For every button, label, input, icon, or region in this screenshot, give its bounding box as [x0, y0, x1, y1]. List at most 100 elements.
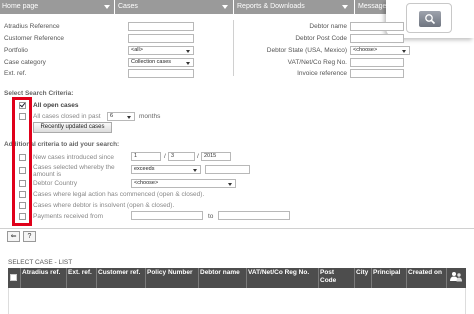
months-label: months: [139, 113, 161, 120]
chevron-down-icon: [402, 49, 406, 53]
nav-divider: [0, 228, 474, 229]
payments-label: Payments received from: [33, 213, 104, 220]
new-cases-year-input[interactable]: 2015: [201, 152, 231, 161]
all-open-cases-label: All open cases: [33, 102, 79, 109]
help-icon[interactable]: ?: [23, 231, 36, 242]
vat-reg-no-label: VAT/Net/Co Reg No.: [287, 59, 347, 66]
menu-home[interactable]: Home page: [0, 0, 114, 14]
ext-ref-label: Ext. ref.: [4, 70, 27, 77]
col-customer-ref[interactable]: Customer ref.: [98, 269, 143, 277]
col-post-code[interactable]: Post Code: [320, 269, 352, 285]
debtor-name-input[interactable]: [350, 22, 404, 31]
chevron-down-icon: [127, 115, 131, 119]
payments-to-input[interactable]: [218, 211, 290, 220]
chevron-down-icon: [342, 5, 348, 9]
column-separator: [66, 268, 67, 288]
case-category-value: Collection cases: [131, 59, 172, 65]
customer-reference-label: Customer Reference: [4, 35, 64, 42]
amount-operator-value: exceeds: [134, 166, 155, 172]
menu-divider: [233, 0, 234, 14]
payments-to-label: to: [208, 213, 214, 220]
debtor-post-code-label: Debtor Post Code: [295, 35, 347, 42]
invoice-reference-input[interactable]: [350, 69, 404, 78]
closed-months-value: 6: [110, 113, 114, 119]
col-atradius-ref[interactable]: Atradius ref.: [22, 269, 64, 277]
atradius-reference-label: Atradius Reference: [4, 23, 60, 30]
debtor-state-select[interactable]: <choose>: [350, 46, 410, 55]
column-separator: [198, 268, 199, 288]
column-divider: [233, 20, 234, 76]
col-principal[interactable]: Principal: [373, 269, 405, 277]
column-separator: [20, 268, 21, 288]
portfolio-label: Portfolio: [4, 47, 28, 54]
column-separator: [446, 268, 447, 288]
case-list-body: [8, 288, 466, 314]
back-arrow-icon[interactable]: ⇐: [7, 231, 20, 242]
new-cases-month-input[interactable]: 3: [168, 152, 195, 161]
case-list-title: SELECT CASE - LIST: [8, 259, 73, 266]
column-separator: [145, 268, 146, 288]
chevron-down-icon: [228, 182, 232, 186]
menu-reports[interactable]: Reports & Downloads: [235, 0, 353, 14]
chevron-down-icon: [186, 61, 190, 65]
debtor-state-label: Debtor State (USA, Mexico): [266, 47, 347, 54]
chevron-down-icon: [104, 5, 110, 9]
col-ext-ref[interactable]: Ext. ref.: [68, 269, 94, 277]
debtor-country-select[interactable]: <choose>: [131, 179, 236, 188]
invoice-reference-label: Invoice reference: [297, 70, 347, 77]
column-separator: [246, 268, 247, 288]
debtor-country-value: <choose>: [134, 180, 159, 186]
atradius-reference-input[interactable]: [128, 22, 194, 31]
menu-divider: [114, 0, 115, 14]
payments-from-input[interactable]: [131, 211, 203, 220]
date-separator: /: [197, 153, 199, 160]
debtor-post-code-input[interactable]: [350, 34, 404, 43]
recently-updated-button[interactable]: Recently updated cases: [33, 122, 112, 133]
menu-home-label: Home page: [2, 3, 39, 10]
closed-months-select[interactable]: 6: [107, 112, 135, 121]
col-policy-number[interactable]: Policy Number: [147, 269, 195, 277]
column-separator: [318, 268, 319, 288]
users-icon[interactable]: [449, 271, 463, 285]
col-created-on[interactable]: Created on: [408, 269, 444, 277]
col-city[interactable]: City: [356, 269, 370, 277]
amount-input[interactable]: [205, 165, 250, 174]
col-debtor-name[interactable]: Debtor name: [200, 269, 244, 277]
column-separator: [96, 268, 97, 288]
closed-past-label: All cases closed in past: [33, 113, 101, 120]
column-separator: [354, 268, 355, 288]
search-criteria-title: Select Search Criteria:: [4, 90, 74, 97]
chevron-down-icon: [193, 168, 197, 172]
column-separator: [371, 268, 372, 288]
amount-operator-select[interactable]: exceeds: [131, 165, 201, 174]
date-separator: /: [164, 153, 166, 160]
insolvent-label: Cases where debtor is insolvent (open & …: [33, 202, 175, 209]
magnifier-icon: [419, 11, 441, 27]
debtor-country-label: Debtor Country: [33, 180, 78, 187]
case-category-label: Case category: [4, 59, 46, 66]
menu-reports-label: Reports & Downloads: [237, 3, 305, 10]
checkbox-highlight-frame: [12, 97, 32, 226]
case-category-select[interactable]: Collection cases: [128, 58, 194, 67]
ext-ref-input[interactable]: [128, 69, 194, 78]
new-cases-label: New cases introduced since: [33, 154, 114, 161]
new-cases-day-input[interactable]: 1: [131, 152, 161, 161]
chevron-down-icon: [222, 5, 228, 9]
amount-label-line1: Cases selected whereby the: [33, 164, 115, 171]
column-separator: [406, 268, 407, 288]
menu-cases[interactable]: Cases: [116, 0, 232, 14]
vat-reg-no-input[interactable]: [350, 58, 404, 67]
customer-reference-input[interactable]: [128, 34, 194, 43]
debtor-name-label: Debtor name: [309, 23, 347, 30]
portfolio-select[interactable]: <all>: [128, 46, 194, 55]
amount-label-line2: amount is: [33, 171, 62, 178]
col-vat-reg-no[interactable]: VAT/Net/Co Reg No.: [248, 269, 316, 277]
search-toggle-button[interactable]: [406, 3, 452, 33]
zoom-panel: [386, 0, 474, 38]
debtor-state-value: <choose>: [353, 47, 378, 53]
menu-divider: [354, 0, 355, 14]
menu-cases-label: Cases: [118, 3, 138, 10]
chevron-down-icon: [186, 49, 190, 53]
select-all-checkbox[interactable]: [10, 274, 17, 281]
legal-action-label: Cases where legal action has commenced (…: [33, 191, 205, 198]
